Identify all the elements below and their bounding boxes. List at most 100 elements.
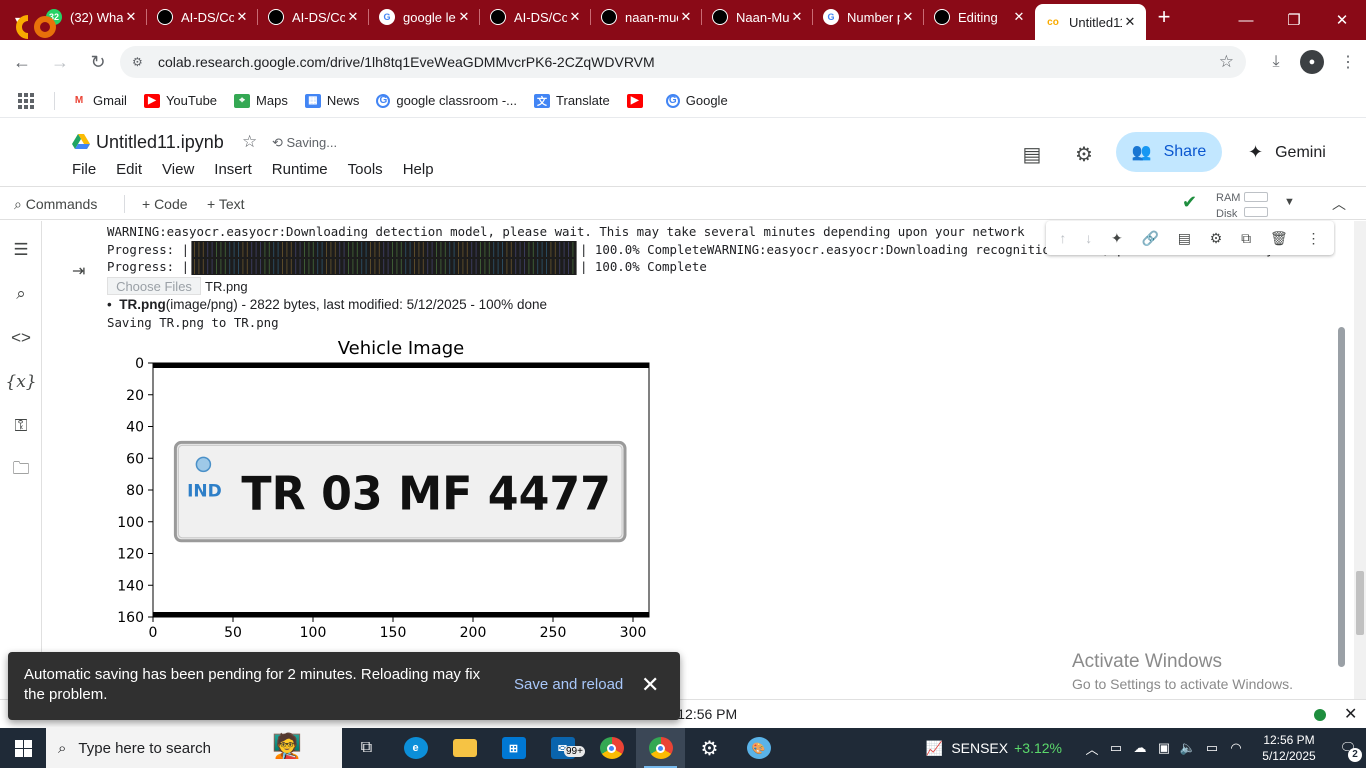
delete-cell-icon[interactable]: 🗑: [1270, 230, 1288, 247]
menu-help[interactable]: Help: [403, 161, 434, 178]
resource-meters[interactable]: [1244, 192, 1268, 222]
close-tab-icon[interactable]: ✕: [1011, 9, 1027, 25]
apps-grid-icon[interactable]: [18, 92, 34, 109]
system-clock[interactable]: 12:56 PM 5/12/2025: [1248, 732, 1330, 764]
url-text[interactable]: colab.research.google.com/drive/1lh8tq1E…: [158, 54, 655, 70]
onedrive-icon[interactable]: ☁: [1128, 740, 1152, 756]
find-replace-icon[interactable]: ⌕: [8, 281, 34, 307]
browser-tab[interactable]: Naan-Mudhalvan✕: [702, 0, 813, 34]
page-scrollbar[interactable]: [1354, 221, 1366, 699]
resource-labels[interactable]: RAM Disk: [1216, 190, 1240, 222]
bookmark-item[interactable]: ⌖ Maps: [234, 93, 288, 108]
bookmark-item[interactable]: ▦ News: [304, 93, 359, 108]
gemini-button[interactable]: ✦ Gemini: [1248, 142, 1326, 163]
site-info-icon[interactable]: ⚙: [132, 55, 150, 69]
colab-logo[interactable]: [14, 14, 58, 40]
close-tab-icon[interactable]: ✕: [345, 9, 361, 25]
comment-icon[interactable]: ▤: [1178, 230, 1191, 247]
chrome-profile-icon[interactable]: [636, 728, 685, 768]
meet-now-icon[interactable]: ▭: [1104, 740, 1128, 756]
move-cell-down-icon[interactable]: ↓: [1085, 230, 1092, 246]
table-of-contents-icon[interactable]: ☰: [8, 237, 34, 263]
menu-file[interactable]: File: [72, 161, 96, 178]
browser-tab[interactable]: AI-DS/Colab✕: [258, 0, 369, 34]
volume-icon[interactable]: 🔈: [1176, 740, 1200, 756]
mirror-cell-icon[interactable]: ⧉: [1241, 230, 1251, 247]
dismiss-snackbar-icon[interactable]: ✕: [641, 672, 659, 698]
output-menu-icon[interactable]: ⇥: [72, 261, 85, 281]
mail-icon[interactable]: ✉ 99+: [538, 728, 587, 768]
menu-edit[interactable]: Edit: [116, 161, 142, 178]
notification-center-icon[interactable]: 🗨 2: [1330, 740, 1366, 762]
bookmark-star-icon[interactable]: ☆: [1219, 52, 1234, 72]
bookmark-item[interactable]: G Google: [665, 93, 728, 108]
chrome-icon[interactable]: [587, 728, 636, 768]
commands-button[interactable]: ⌕ Commands: [14, 196, 97, 213]
close-tab-icon[interactable]: ✕: [1122, 14, 1138, 30]
browser-tab[interactable]: G Number plate✕: [813, 0, 924, 34]
taskbar-search-box[interactable]: ⌕ Type here to search 🧑‍🏫: [46, 728, 342, 768]
browser-tab[interactable]: naan-mudhalvan✕: [591, 0, 702, 34]
share-button[interactable]: 👥 Share: [1116, 132, 1222, 172]
bookmark-item[interactable]: Ggoogle classroom -...: [376, 93, 517, 108]
more-options-icon[interactable]: ⋮: [1307, 230, 1321, 247]
menu-view[interactable]: View: [162, 161, 194, 178]
notebook-scrollbar[interactable]: [1336, 221, 1348, 699]
tray-app-icon[interactable]: ▣: [1152, 740, 1176, 756]
move-cell-up-icon[interactable]: ↑: [1059, 230, 1066, 246]
bookmark-item[interactable]: ▶ YouTube: [143, 93, 217, 108]
close-tab-icon[interactable]: ✕: [789, 9, 805, 25]
chrome-menu-icon[interactable]: ⋮: [1330, 44, 1366, 80]
wifi-icon[interactable]: ◠: [1224, 740, 1248, 756]
close-tab-icon[interactable]: ✕: [900, 9, 916, 25]
task-view-icon[interactable]: ⧉: [342, 728, 391, 768]
save-and-reload-button[interactable]: Save and reload: [514, 676, 623, 693]
forward-icon[interactable]: →: [42, 44, 78, 80]
close-tab-icon[interactable]: ✕: [456, 9, 472, 25]
variables-icon[interactable]: {x}: [5, 369, 36, 395]
bookmark-item[interactable]: 文 Translate: [534, 93, 610, 108]
add-code-button[interactable]: + Code: [142, 196, 188, 212]
profile-avatar[interactable]: ●: [1300, 50, 1324, 74]
browser-tab[interactable]: Editing ✕: [924, 0, 1035, 34]
star-notebook-icon[interactable]: ☆: [242, 132, 257, 152]
address-bar[interactable]: ⚙ colab.research.google.com/drive/1lh8tq…: [120, 46, 1246, 78]
close-tab-icon[interactable]: ✕: [234, 9, 250, 25]
cell-settings-icon[interactable]: ⚙: [1210, 230, 1223, 247]
secrets-key-icon[interactable]: ⚿: [8, 413, 34, 439]
comments-icon[interactable]: ▤: [1018, 140, 1046, 168]
files-folder-icon[interactable]: 🗀: [8, 457, 34, 483]
menu-tools[interactable]: Tools: [348, 161, 383, 178]
close-status-icon[interactable]: ✕: [1344, 704, 1357, 724]
store-icon[interactable]: ⊞: [489, 728, 538, 768]
bookmark-item[interactable]: M Gmail: [71, 93, 127, 108]
close-tab-icon[interactable]: ✕: [678, 9, 694, 25]
settings-icon[interactable]: ⚙: [685, 728, 734, 768]
gemini-cell-icon[interactable]: ✦: [1111, 230, 1123, 247]
choose-files-button[interactable]: Choose Files: [107, 277, 201, 295]
settings-gear-icon[interactable]: ⚙: [1070, 140, 1098, 168]
tray-chevron-icon[interactable]: ︿: [1080, 739, 1104, 758]
browser-tab[interactable]: AI-DS/Colab✕: [480, 0, 591, 34]
page-scroll-thumb[interactable]: [1356, 571, 1364, 635]
link-icon[interactable]: 🔗: [1142, 230, 1159, 247]
browser-tab[interactable]: AI-DS/Colab✕: [147, 0, 258, 34]
menu-runtime[interactable]: Runtime: [272, 161, 328, 178]
download-icon[interactable]: ⤓: [1258, 44, 1294, 80]
close-tab-icon[interactable]: ✕: [123, 9, 139, 25]
code-snippets-icon[interactable]: <>: [8, 325, 34, 351]
close-window-icon[interactable]: ✕: [1318, 0, 1366, 40]
notebook-scroll-thumb[interactable]: [1338, 327, 1345, 667]
close-tab-icon[interactable]: ✕: [567, 9, 583, 25]
collapse-header-icon[interactable]: ︿: [1332, 194, 1346, 214]
minimize-icon[interactable]: —: [1222, 0, 1270, 40]
google-drive-icon[interactable]: [72, 134, 90, 150]
windows-start-icon[interactable]: [0, 728, 46, 768]
battery-icon[interactable]: ▭: [1200, 740, 1224, 756]
browser-tab[interactable]: Ggoogle lens✕: [369, 0, 480, 34]
back-icon[interactable]: ←: [4, 44, 40, 80]
browser-tab[interactable]: co Untitled11.ipynb✕: [1035, 4, 1146, 40]
menu-insert[interactable]: Insert: [214, 161, 252, 178]
file-explorer-icon[interactable]: [440, 728, 489, 768]
paint-icon[interactable]: 🎨: [734, 728, 783, 768]
